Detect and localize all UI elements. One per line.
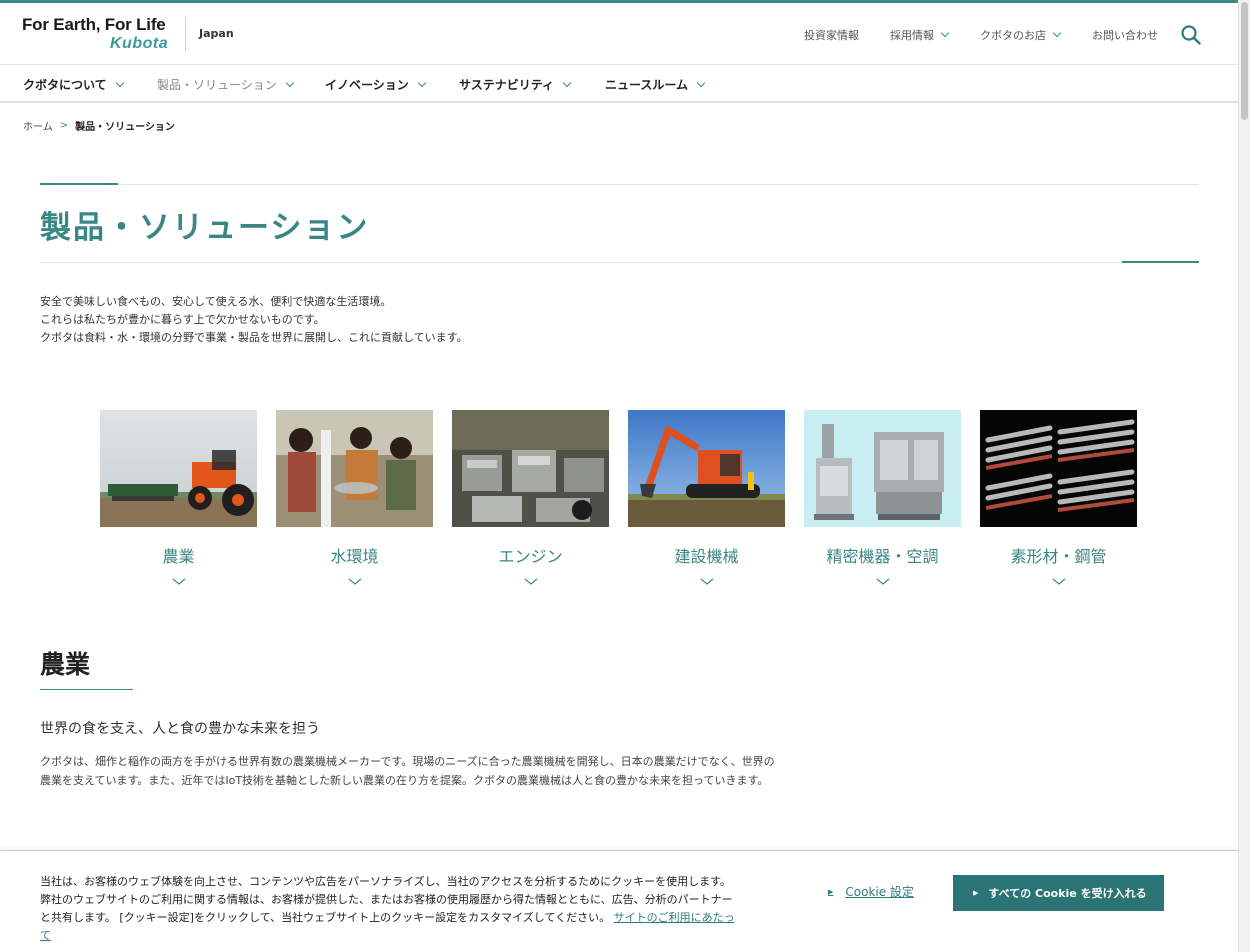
category-label: 水環境 (330, 547, 379, 566)
breadcrumb: ホーム > 製品・ソリューション (23, 118, 175, 133)
category-tile-water[interactable]: 水環境 (276, 410, 433, 590)
category-tile-materials[interactable]: 素形材・鋼管 (980, 410, 1137, 590)
section-subtitle: 世界の食を支え、人と食の豊かな未来を担う (40, 721, 320, 737)
nav-item-products[interactable]: 製品・ソリューション (157, 76, 295, 93)
utility-link-label: お問い合わせ (1092, 29, 1158, 42)
logo-brand: Kubota (110, 35, 169, 52)
chevron-down-icon (696, 78, 706, 87)
site-header: For Earth, For Life Kubota Japan 投資家情報 採… (0, 3, 1238, 65)
accept-button-label: すべての Cookie を受け入れる (988, 887, 1147, 900)
search-icon (1181, 25, 1201, 45)
excavator-photo (628, 410, 785, 527)
nav-item-label: ニュースルーム (605, 78, 689, 92)
chevron-down-icon (172, 578, 186, 585)
nav-item-label: クボタについて (23, 78, 107, 92)
kubota-logo[interactable]: For Earth, For Life Kubota (22, 15, 172, 55)
chevron-down-icon (940, 28, 950, 38)
chevron-down-icon (876, 578, 890, 585)
chevron-down-icon (285, 78, 295, 87)
nav-item-innovation[interactable]: イノベーション (325, 76, 427, 93)
title-rule-bottom (40, 262, 1199, 263)
utility-link-label: 採用情報 (890, 29, 934, 42)
accept-all-cookies-button[interactable]: ▶ すべての Cookie を受け入れる (953, 875, 1164, 911)
cookie-settings-label: Cookie 設定 (845, 885, 914, 899)
main-navigation: クボタについて 製品・ソリューション イノベーション サステナビリティ ニュース… (0, 66, 1238, 103)
nav-item-sustainability[interactable]: サステナビリティ (459, 76, 572, 93)
nav-item-label: イノベーション (325, 78, 409, 92)
chevron-down-icon (115, 78, 124, 87)
chevron-down-icon (562, 78, 572, 87)
title-accent-top (40, 183, 118, 185)
cookie-text-block: 当社は、お客様のウェブ体験を向上させ、コンテンツや広告をパーソナライズし、当社の… (40, 873, 740, 945)
breadcrumb-home[interactable]: ホーム (23, 118, 53, 133)
triangle-right-icon: ▶ (828, 887, 834, 896)
children-water-photo (276, 410, 433, 527)
tractor-photo (100, 410, 257, 527)
engine-factory-photo (452, 410, 609, 527)
category-tile-construction[interactable]: 建設機械 (628, 410, 785, 590)
nav-item-newsroom[interactable]: ニュースルーム (605, 76, 706, 93)
category-tiles: 農業 水環境 エンジン 建設機械 精密機器・空調 素形材・鋼管 (100, 410, 1138, 590)
category-tile-agriculture[interactable]: 農業 (100, 410, 257, 590)
title-accent-bottom (1122, 261, 1199, 263)
chevron-down-icon (1052, 28, 1062, 38)
cookie-settings-link[interactable]: ▶ Cookie 設定 (828, 883, 914, 900)
utility-link-label: クボタのお店 (980, 29, 1046, 42)
page-scrollbar[interactable] (1238, 0, 1250, 952)
category-tile-precision[interactable]: 精密機器・空調 (804, 410, 961, 590)
category-label: 精密機器・空調 (826, 547, 939, 566)
nav-item-label: 製品・ソリューション (157, 78, 277, 92)
utility-link-contact[interactable]: お問い合わせ (1092, 27, 1158, 43)
triangle-right-icon: ▶ (973, 889, 979, 897)
nav-item-about[interactable]: クボタについて (23, 76, 124, 93)
chevron-down-icon (417, 78, 427, 87)
section-body: クボタは、畑作と稲作の両方を手がける世界有数の農業機械メーカーです。現場のニーズ… (40, 755, 775, 787)
category-label: 農業 (162, 547, 195, 566)
utility-link-stores[interactable]: クボタのお店 (980, 27, 1062, 43)
breadcrumb-separator: > (59, 120, 69, 131)
intro-line: 安全で美味しい食べもの、安心して使える水、便利で快適な生活環境。 (40, 295, 392, 308)
search-button[interactable] (1180, 24, 1202, 46)
logo-tagline: For Earth, For Life (22, 15, 166, 34)
category-label: 素形材・鋼管 (1010, 547, 1107, 566)
category-label: エンジン (498, 547, 563, 566)
region-label[interactable]: Japan (199, 27, 234, 40)
intro-text: 安全で美味しい食べもの、安心して使える水、便利で快適な生活環境。 これらは私たち… (40, 293, 468, 347)
breadcrumb-current: 製品・ソリューション (75, 122, 175, 133)
utility-link-careers[interactable]: 採用情報 (890, 27, 950, 43)
chevron-down-icon (348, 578, 362, 585)
section-title: 農業 (40, 650, 91, 679)
category-label: 建設機械 (674, 547, 739, 566)
scrollbar-thumb[interactable] (1241, 2, 1248, 120)
intro-line: クボタは食料・水・環境の分野で事業・製品を世界に展開し、これに貢献しています。 (40, 331, 468, 344)
logo-divider (185, 17, 186, 51)
precision-equipment-photo (804, 410, 961, 527)
page-title: 製品・ソリューション (40, 210, 370, 246)
chevron-down-icon (524, 578, 538, 585)
category-tile-engine[interactable]: エンジン (452, 410, 609, 590)
section-rule (40, 689, 133, 690)
title-rule-top (40, 184, 1199, 185)
utility-link-label: 投資家情報 (804, 29, 859, 42)
chevron-down-icon (700, 578, 714, 585)
cookie-banner: 当社は、お客様のウェブ体験を向上させ、コンテンツや広告をパーソナライズし、当社の… (0, 850, 1238, 952)
intro-line: これらは私たちが豊かに暮らす上で欠かせないものです。 (40, 313, 325, 326)
steel-pipes-photo (980, 410, 1137, 527)
chevron-down-icon (1052, 578, 1066, 585)
utility-link-investors[interactable]: 投資家情報 (804, 27, 859, 43)
nav-item-label: サステナビリティ (459, 78, 555, 92)
